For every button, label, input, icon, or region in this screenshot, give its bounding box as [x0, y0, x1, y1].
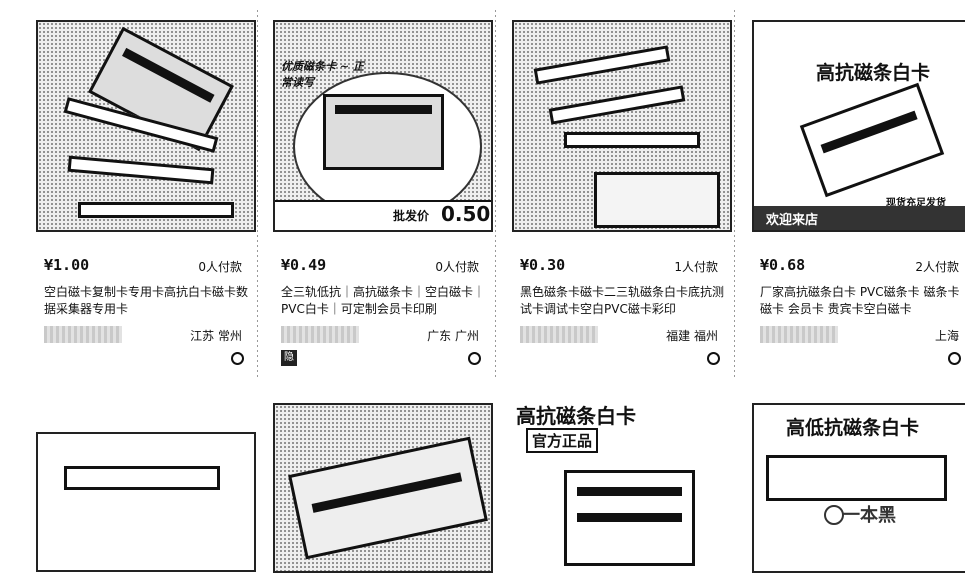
shop-name-blurred[interactable]	[520, 326, 598, 343]
chat-icon[interactable]	[231, 352, 244, 365]
promo-label: 批发价	[393, 209, 430, 223]
shop-location: 上海	[934, 329, 959, 343]
product-image[interactable]: 高抗磁条白卡 官方正品	[512, 400, 732, 570]
product-title-link[interactable]: 黑色磁条卡磁卡二三轨磁条白卡底抗测试卡调试卡空白PVC磁卡彩印	[520, 284, 725, 320]
card-graphic	[288, 436, 488, 560]
promo-price: 0.50	[441, 202, 491, 226]
card-graphic	[548, 85, 686, 125]
shop-location: 福建 福州	[666, 329, 718, 343]
paid-count: 0人付款	[198, 260, 242, 274]
product-image[interactable]	[36, 432, 256, 572]
column-divider	[495, 10, 496, 380]
product-title-link[interactable]: 空白磁卡复制卡专用卡高抗白卡磁卡数据采集器专用卡	[44, 284, 249, 320]
card-graphic	[533, 45, 671, 85]
shop-badge: 隐	[281, 350, 297, 366]
shop-location: 江苏 常州	[190, 329, 242, 343]
product-price: ¥0.30	[520, 256, 566, 274]
image-title: 高抗磁条白卡	[516, 404, 636, 428]
shop-location: 广东 广州	[427, 329, 479, 343]
shop-name-blurred[interactable]	[760, 326, 838, 343]
promo-bar: 批发价 0.50	[275, 200, 491, 230]
product-image[interactable]: 优质磁条卡 ~ 正常读写 批发价 0.50	[273, 20, 493, 232]
watermark-text: 一本黑	[842, 505, 896, 526]
product-price: ¥0.68	[760, 256, 806, 274]
wechat-icon	[824, 505, 844, 525]
product-title-link[interactable]: 全三轨低抗｜高抗磁条卡｜空白磁卡｜PVC白卡｜可定制会员卡印刷	[281, 284, 486, 320]
shop-name-blurred[interactable]	[44, 326, 122, 343]
card-graphic	[323, 94, 444, 170]
product-image[interactable]	[36, 20, 256, 232]
product-price: ¥1.00	[44, 256, 90, 274]
product-image[interactable]	[273, 403, 493, 573]
paid-count: 1人付款	[674, 260, 718, 274]
card-graphic	[766, 455, 947, 501]
paid-count: 2人付款	[915, 260, 959, 274]
chat-icon[interactable]	[948, 352, 961, 365]
paid-count: 0人付款	[435, 260, 479, 274]
product-price: ¥0.49	[281, 256, 327, 274]
chat-icon[interactable]	[707, 352, 720, 365]
image-title: 高抗磁条白卡	[816, 62, 931, 84]
card-graphic	[67, 155, 215, 185]
image-title: 高低抗磁条白卡	[786, 417, 920, 439]
card-graphic	[594, 172, 720, 228]
column-divider	[734, 10, 735, 380]
card-graphic	[799, 82, 945, 198]
card-graphic	[564, 132, 700, 148]
card-graphic	[78, 202, 234, 218]
card-graphic	[564, 470, 695, 566]
product-image[interactable]: 高抗磁条白卡 现货充足发货 欢迎来店	[752, 20, 965, 232]
product-image[interactable]: 高低抗磁条白卡 一本黑	[752, 403, 965, 573]
image-badge: 官方正品	[526, 428, 599, 453]
image-footer-bar: 欢迎来店	[754, 206, 965, 230]
column-divider	[257, 10, 258, 380]
shop-name-blurred[interactable]	[281, 326, 359, 343]
product-image[interactable]	[512, 20, 732, 232]
card-graphic	[64, 466, 220, 490]
image-footer-text: 欢迎来店	[766, 213, 819, 228]
product-title-link[interactable]: 厂家高抗磁条白卡 PVC磁条卡 磁条卡磁卡 会员卡 贵宾卡空白磁卡	[760, 284, 965, 320]
chat-icon[interactable]	[468, 352, 481, 365]
